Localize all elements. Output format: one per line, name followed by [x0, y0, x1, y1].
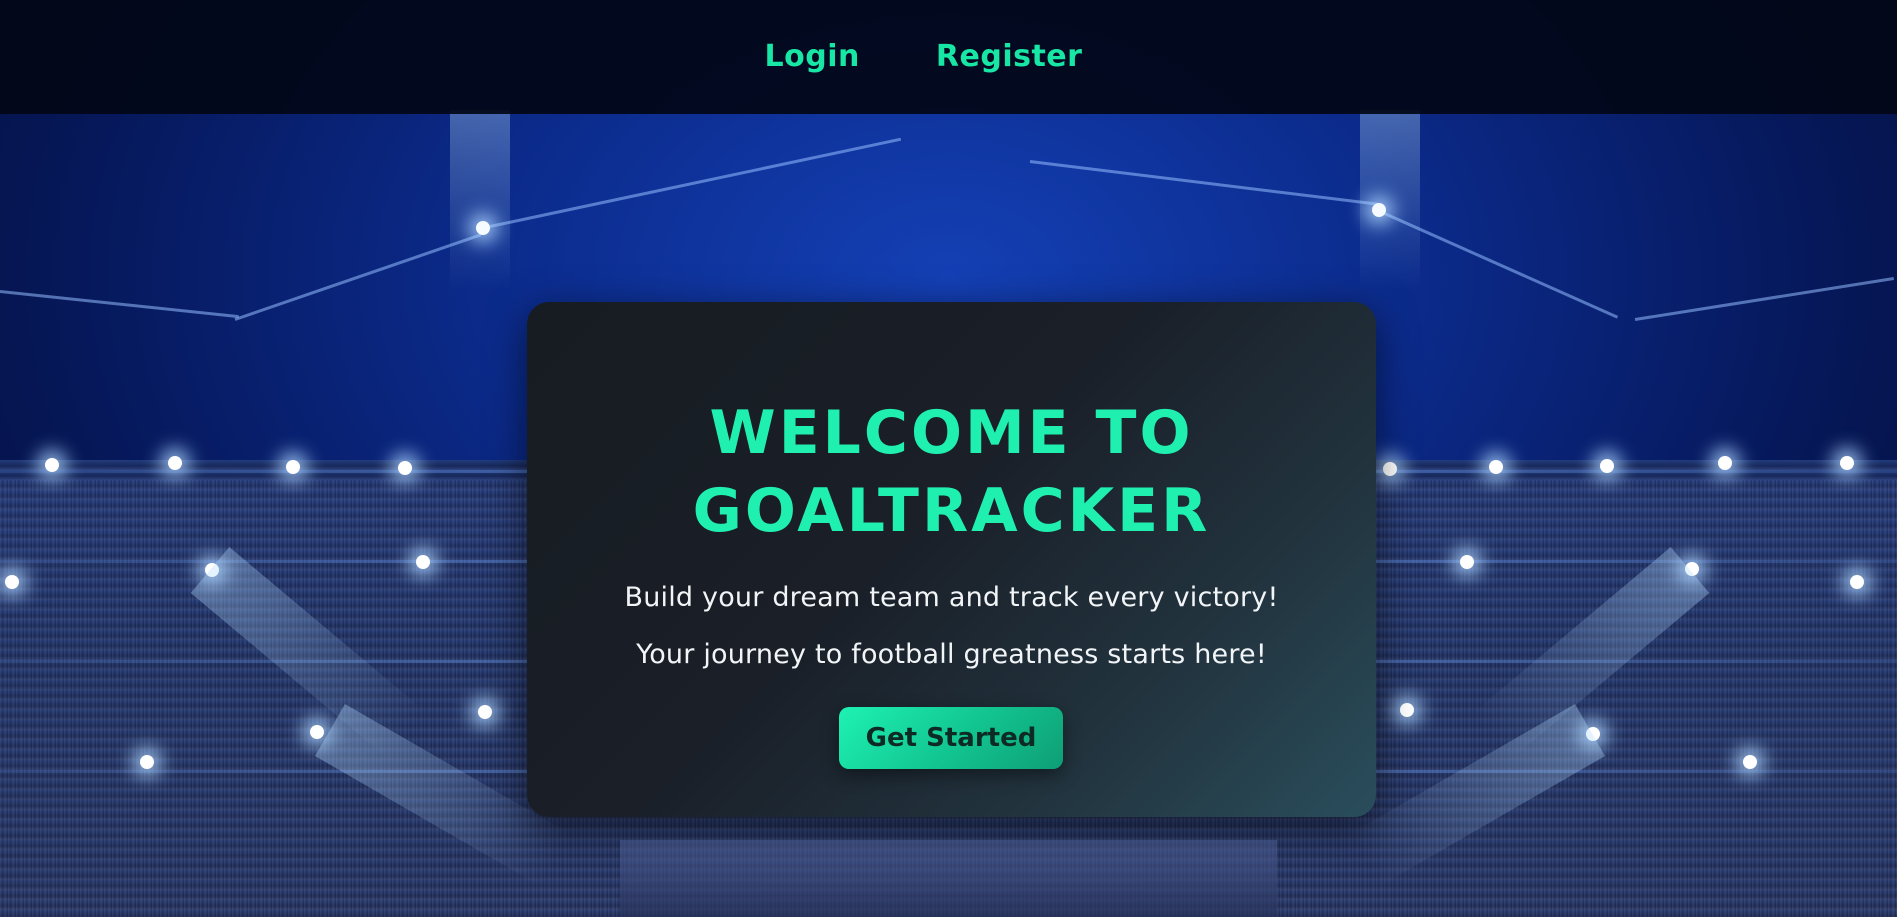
flood-light	[45, 458, 59, 472]
flood-light	[310, 725, 324, 739]
flood-light	[168, 456, 182, 470]
welcome-title-line1: WELCOME TO	[709, 398, 1194, 468]
flood-light	[478, 705, 492, 719]
roof-arc	[0, 290, 239, 319]
flood-light	[1383, 462, 1397, 476]
flood-light	[1718, 456, 1732, 470]
light-beam	[450, 110, 510, 290]
register-link[interactable]: Register	[936, 39, 1083, 74]
flood-light	[1489, 460, 1503, 474]
flood-light	[1840, 456, 1854, 470]
roof-arc	[234, 233, 482, 321]
roof-arc	[489, 137, 902, 228]
flood-light	[1850, 575, 1864, 589]
tagline-secondary: Your journey to football greatness start…	[636, 639, 1267, 670]
top-navbar: Login Register	[0, 0, 1897, 114]
light-beam	[1360, 110, 1420, 290]
welcome-title: WELCOME TO GOALTRACKER	[527, 394, 1376, 550]
roof-arc	[1634, 277, 1895, 321]
get-started-button[interactable]: Get Started	[839, 707, 1063, 769]
flood-light	[1460, 555, 1474, 569]
login-link[interactable]: Login	[765, 39, 860, 74]
tagline-primary: Build your dream team and track every vi…	[624, 582, 1279, 613]
welcome-card: WELCOME TO GOALTRACKER Build your dream …	[527, 302, 1376, 817]
pitch-edge	[620, 840, 1277, 917]
welcome-title-line2: GOALTRACKER	[692, 476, 1211, 546]
flood-light	[416, 555, 430, 569]
flood-light	[1600, 459, 1614, 473]
flood-light	[398, 461, 412, 475]
flood-light	[140, 755, 154, 769]
flood-light	[1743, 755, 1757, 769]
landing-page: Login Register WELCOME TO GOALTRACKER Bu…	[0, 0, 1897, 917]
flood-light	[5, 575, 19, 589]
flood-light	[1400, 703, 1414, 717]
roof-arc	[1029, 160, 1378, 206]
flood-light	[286, 460, 300, 474]
